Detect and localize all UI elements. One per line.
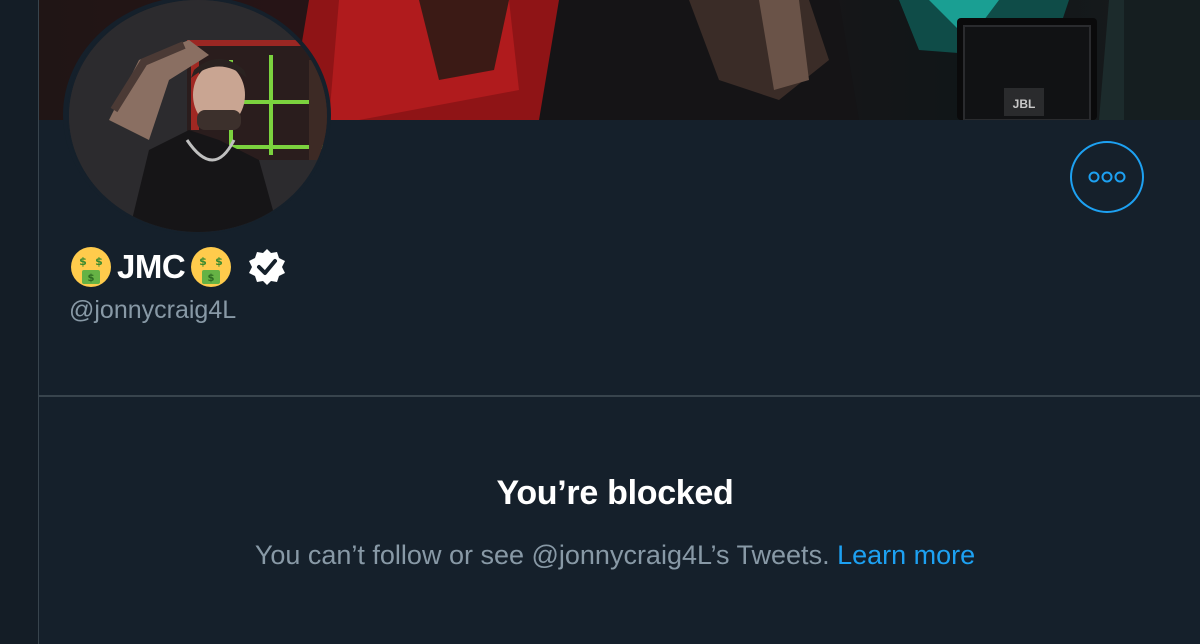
profile-page: JBL $ $ $ JMC $ $ $ @jonnycraig4L You’re… [0, 0, 1200, 644]
divider [39, 395, 1200, 397]
avatar[interactable] [69, 0, 327, 232]
learn-more-link[interactable]: Learn more [837, 540, 975, 570]
profile-handle: @jonnycraig4L [69, 296, 237, 324]
svg-text:$: $ [88, 273, 95, 284]
more-options-button[interactable] [1070, 141, 1144, 213]
blocked-title: You’re blocked [496, 474, 734, 512]
blocked-message-text: You can’t follow or see @jonnycraig4L’s … [254, 540, 830, 570]
display-name: $ $ $ JMC $ $ $ [69, 245, 287, 289]
blocked-message: You can’t follow or see @jonnycraig4L’s … [39, 540, 1191, 571]
svg-text:$: $ [215, 255, 223, 268]
left-gutter [0, 0, 38, 644]
profile-column: JBL $ $ $ JMC $ $ $ @jonnycraig4L You’re… [38, 0, 1200, 644]
money-mouth-face-icon: $ $ $ [71, 247, 111, 287]
verified-badge-icon [249, 249, 286, 285]
svg-text:$: $ [95, 255, 103, 268]
avatar-photo [69, 0, 327, 232]
svg-text:$: $ [79, 255, 87, 268]
svg-text:$: $ [208, 273, 215, 284]
amp-logo: JBL [1013, 97, 1036, 111]
money-mouth-face-icon: $ $ $ [191, 247, 232, 287]
more-horizontal-icon [1088, 171, 1126, 183]
svg-text:$: $ [199, 255, 207, 268]
display-name-text: JMC [117, 248, 186, 285]
